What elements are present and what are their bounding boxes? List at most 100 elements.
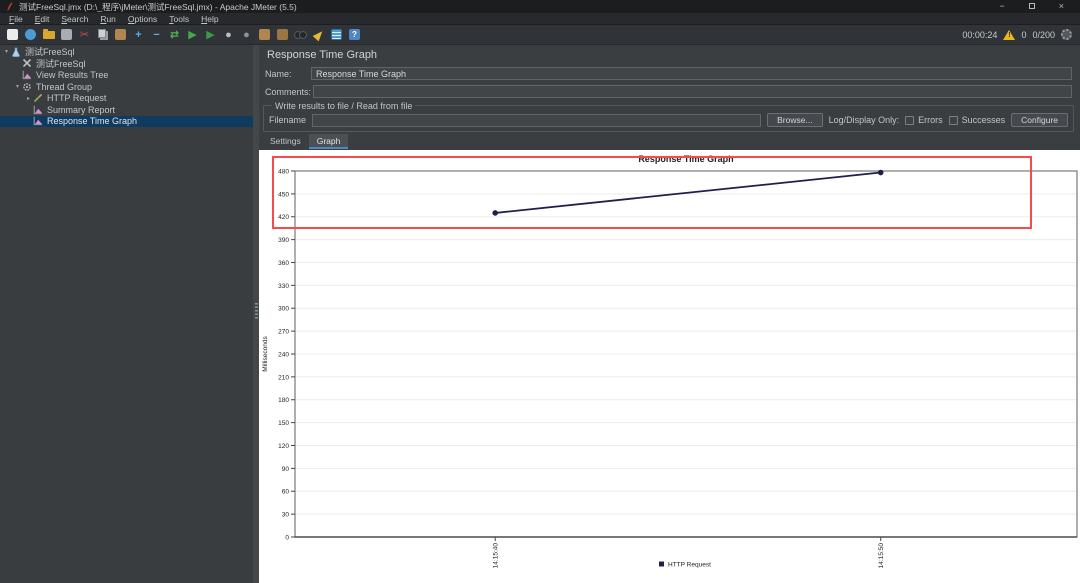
menu-search[interactable]: Search [55,14,94,24]
toggle-icon: ⇄ [169,28,180,41]
legend-swatch [659,561,664,567]
help-button[interactable]: ? [346,27,363,43]
tree-item-thread-group[interactable]: ▾ Thread Group [0,81,253,93]
tree-item-label: Response Time Graph [47,116,138,127]
maximize-button[interactable] [1028,0,1035,13]
start-no-timers-icon: ▶ [206,28,215,41]
help-icon: ? [349,29,360,40]
minimize-button[interactable]: − [999,0,1004,13]
stop-icon: ● [225,28,232,41]
paste-icon [115,29,126,40]
y-tick-label: 330 [278,283,289,290]
cut-icon: ✂ [79,28,90,41]
chart-title: Response Time Graph [638,154,733,164]
menu-run[interactable]: Run [94,14,122,24]
new-file-button[interactable] [4,27,21,43]
y-tick-label: 450 [278,191,289,198]
menu-file[interactable]: File [3,14,29,24]
view-tabs: Settings Graph [262,134,349,149]
open-file-icon [42,28,55,39]
filename-label: Filename [269,115,307,125]
configure-button[interactable]: Configure [1011,113,1068,127]
expand-icon: + [135,28,142,41]
collapse-button[interactable]: − [148,27,165,43]
shutdown-button[interactable]: ● [238,27,255,43]
function-helper-button[interactable] [328,27,345,43]
stop-button[interactable]: ● [220,27,237,43]
maximize-icon [1028,3,1035,9]
clear-all-icon [312,28,325,41]
menu-help[interactable]: Help [195,14,224,24]
shutdown-icon: ● [243,28,250,41]
clear-all-button[interactable] [310,27,327,43]
tree-item-response-time-graph[interactable]: Response Time Graph [0,115,253,128]
tab-graph[interactable]: Graph [308,134,349,149]
menu-edit[interactable]: Edit [29,14,56,24]
tree-item-label: Summary Report [47,104,116,115]
successes-checkbox[interactable] [948,115,958,125]
menu-options[interactable]: Options [122,14,163,24]
toolbar: ✂ +−⇄ ▶ ▶ ● ●? 00:00:24 0 0/200 [0,25,1080,45]
name-input[interactable] [311,67,1072,80]
y-tick-label: 270 [278,329,289,336]
templates-icon [25,29,36,40]
tree-item--freesql[interactable]: 测试FreeSql [0,58,253,70]
chevron-right-icon[interactable]: ▸ [24,95,33,102]
menu-bar: File Edit Search Run Options Tools Help [0,13,1080,25]
y-tick-label: 30 [282,512,290,519]
toggle-button[interactable]: ⇄ [166,27,183,43]
tree-item--freesql[interactable]: ▾ 测试FreeSql [0,46,253,58]
tree-item-view-results-tree[interactable]: View Results Tree [0,69,253,81]
templates-button[interactable] [22,27,39,43]
cut-button[interactable]: ✂ [76,27,93,43]
series-line [495,171,881,214]
expand-button[interactable]: + [130,27,147,43]
test-plan-tree: ▾ 测试FreeSql 测试FreeSql View Results Tree ▾ Thr… [0,45,253,583]
y-tick-label: 90 [282,466,290,473]
menu-tools[interactable]: Tools [163,14,195,24]
y-tick-label: 150 [278,420,289,427]
y-tick-label: 0 [285,534,289,541]
errors-checkbox[interactable] [905,115,915,125]
warning-count: 0 [1021,29,1027,40]
annotation-rectangle [272,156,1032,229]
data-point[interactable] [877,169,884,176]
start-no-timers-button[interactable]: ▶ [202,27,219,43]
y-tick-label: 120 [278,443,289,450]
collapse-icon: − [153,28,160,41]
tree-item-label: HTTP Request [47,93,107,104]
remote-start-all-button[interactable] [256,27,273,43]
paste-button[interactable] [112,27,129,43]
browse-button[interactable]: Browse... [767,113,823,127]
function-helper-icon [331,29,342,40]
search-icon [294,31,307,39]
remote-shutdown-all-button[interactable] [274,27,291,43]
tree-item-summary-report[interactable]: Summary Report [0,104,253,116]
tab-settings[interactable]: Settings [262,134,309,149]
new-file-icon [7,29,18,40]
filename-input[interactable] [312,113,762,127]
chevron-down-icon[interactable]: ▾ [2,48,11,55]
copy-button[interactable] [94,27,111,43]
test-plan-icon [11,47,21,57]
save-button[interactable] [58,27,75,43]
search-button[interactable] [292,27,309,43]
y-tick-label: 360 [278,260,289,267]
open-file-button[interactable] [40,27,57,43]
tree-item-label: Thread Group [36,81,93,92]
chart-listener-icon [33,105,43,115]
start-button[interactable]: ▶ [184,27,201,43]
x-tick-label: 14:15:40 [493,543,500,569]
comments-input[interactable] [313,85,1072,98]
panel-title: Response Time Graph [267,49,378,61]
data-point[interactable] [492,210,498,216]
successes-label: Successes [961,115,1006,125]
y-tick-label: 390 [278,237,289,244]
y-tick-label: 240 [278,351,289,358]
close-button[interactable]: × [1059,0,1064,13]
warning-triangle-icon[interactable] [1003,29,1016,40]
chart-listener-icon [33,116,43,126]
tree-item-http-request[interactable]: ▸ HTTP Request [0,92,253,104]
chevron-down-icon[interactable]: ▾ [13,83,22,90]
y-tick-label: 60 [282,489,290,496]
